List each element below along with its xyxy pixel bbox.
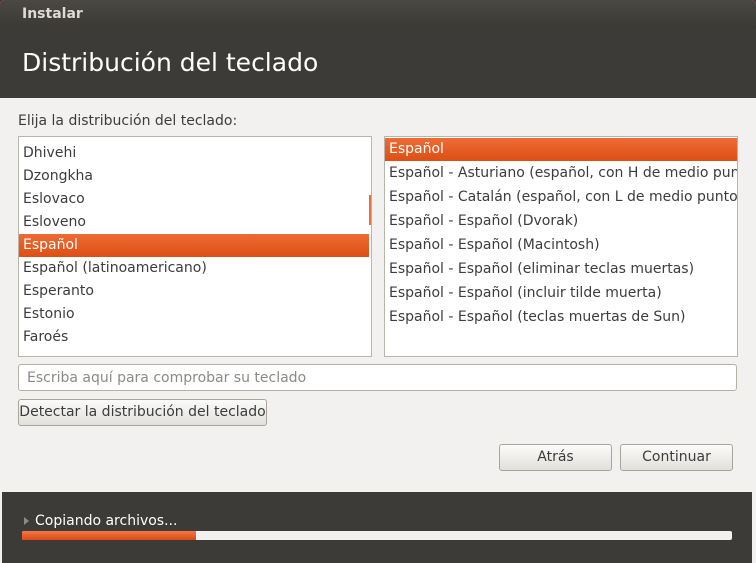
layout-list[interactable]: Dhivehi Dzongkha Eslovaco Esloveno Español Es… [18, 136, 372, 357]
list-item[interactable]: Esloveno [19, 211, 369, 234]
list-item[interactable]: Dhivehi [19, 142, 369, 165]
progress-label: Copiando archivos... [35, 513, 178, 529]
list-item[interactable]: Español - Español (Macintosh) [385, 234, 737, 257]
list-item[interactable]: Esperanto [19, 280, 369, 303]
layout-list-scrollbar[interactable] [369, 195, 371, 225]
list-item[interactable]: Español (latinoamericano) [19, 257, 369, 280]
list-item[interactable]: Español - Catalán (español, con L de med… [385, 186, 737, 209]
keyboard-test-input[interactable] [18, 364, 737, 391]
back-button[interactable]: Atrás [499, 444, 612, 471]
list-item[interactable]: Español - Asturiano (español, con H de m… [385, 162, 737, 185]
list-item-selected[interactable]: Español [19, 234, 369, 257]
list-item[interactable]: Español - Español (teclas muertas de Sun… [385, 306, 737, 329]
layout-prompt-label: Elija la distribución del teclado: [18, 113, 238, 129]
list-item-selected[interactable]: Español [385, 138, 737, 161]
expander-arrow-icon[interactable] [24, 517, 29, 525]
list-item[interactable]: Español - Español (Dvorak) [385, 210, 737, 233]
list-item[interactable]: Estonio [19, 303, 369, 326]
continue-button[interactable]: Continuar [620, 444, 733, 471]
installer-window: Instalar Distribución del teclado Elija … [0, 0, 756, 563]
progress-bar [22, 531, 732, 540]
list-item[interactable]: Dzongkha [19, 165, 369, 188]
progress-bar-fill [22, 531, 196, 540]
list-item[interactable]: Eslovaco [19, 188, 369, 211]
list-item[interactable]: Español - Español (incluir tilde muerta) [385, 282, 737, 305]
detect-layout-button[interactable]: Detectar la distribución del teclado [18, 399, 267, 426]
list-item[interactable]: Faroés [19, 326, 369, 349]
variant-list[interactable]: Español Español - Asturiano (español, con… [384, 136, 738, 357]
window-title: Instalar [0, 0, 756, 28]
page-title: Distribución del teclado [0, 28, 756, 98]
list-item[interactable]: Español - Español (eliminar teclas muert… [385, 258, 737, 281]
